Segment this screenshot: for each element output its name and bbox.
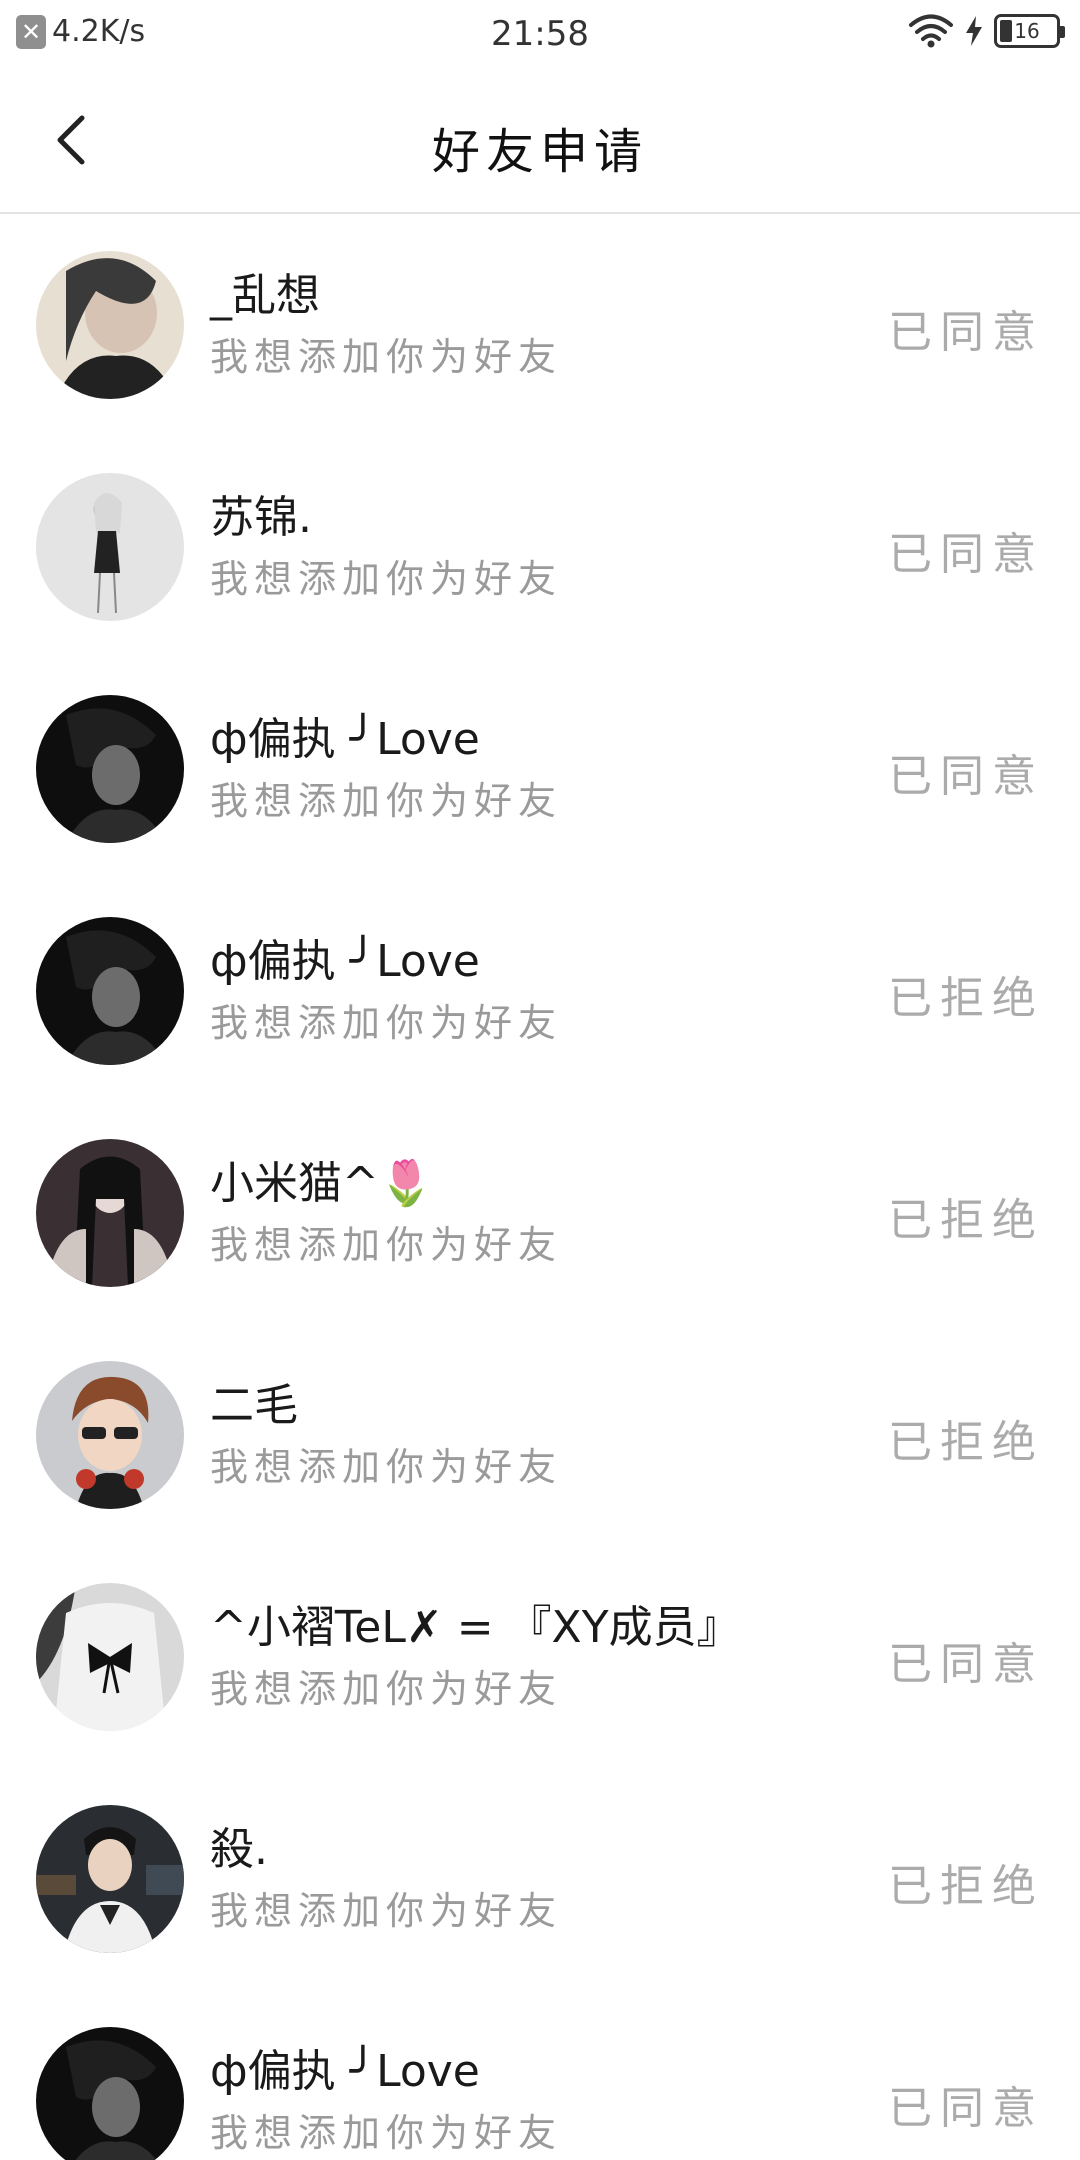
friend-request-row[interactable]: 二毛 我想添加你为好友 已拒绝	[0, 1324, 1080, 1546]
charging-icon	[966, 16, 982, 46]
request-status: 已拒绝	[888, 1861, 1044, 1912]
avatar[interactable]	[36, 2027, 184, 2160]
avatar[interactable]	[36, 1583, 184, 1731]
request-text: 小米猫^🌷 我想添加你为好友	[210, 1156, 870, 1269]
requester-name: ф偏执 ╯Love	[210, 2046, 480, 2097]
request-message: 我想添加你为好友	[210, 1667, 563, 1711]
requester-name: 殺.	[210, 1824, 268, 1875]
request-text: ф偏执 ╯Love 我想添加你为好友	[210, 712, 870, 825]
friend-request-row[interactable]: ф偏执 ╯Love 我想添加你为好友 已拒绝	[0, 880, 1080, 1102]
request-status: 已拒绝	[888, 1195, 1044, 1246]
requester-name: ф偏执 ╯Love	[210, 714, 480, 765]
requester-name: ^小褶TeL✗ = 『XY成员』	[210, 1602, 741, 1653]
request-message: 我想添加你为好友	[210, 779, 563, 823]
friend-request-list: _乱想 我想添加你为好友 已同意 苏锦. 我想添加你为好友 已同意 ф偏执 ╯L…	[0, 214, 1080, 2160]
request-message: 我想添加你为好友	[210, 1001, 563, 1045]
avatar[interactable]	[36, 473, 184, 621]
request-text: 二毛 我想添加你为好友	[210, 1378, 870, 1491]
avatar[interactable]	[36, 1805, 184, 1953]
requester-name: 小米猫^🌷	[210, 1158, 434, 1209]
friend-request-row[interactable]: ф偏执 ╯Love 我想添加你为好友 已同意	[0, 658, 1080, 880]
friend-request-row[interactable]: 苏锦. 我想添加你为好友 已同意	[0, 436, 1080, 658]
avatar[interactable]	[36, 917, 184, 1065]
friend-request-row[interactable]: _乱想 我想添加你为好友 已同意	[0, 214, 1080, 436]
requester-name: 二毛	[210, 1380, 298, 1431]
friend-request-row[interactable]: 小米猫^🌷 我想添加你为好友 已拒绝	[0, 1102, 1080, 1324]
request-text: 殺. 我想添加你为好友	[210, 1822, 870, 1935]
request-text: 苏锦. 我想添加你为好友	[210, 490, 870, 603]
request-status: 已同意	[888, 2083, 1044, 2134]
request-text: ф偏执 ╯Love 我想添加你为好友	[210, 2044, 870, 2157]
page-title: 好友申请	[431, 124, 648, 180]
request-status: 已同意	[888, 1639, 1044, 1690]
header: 好友申请	[0, 68, 1080, 214]
status-bar: ✕ 4.2K/s 21:58 16	[0, 0, 1080, 68]
request-text: _乱想 我想添加你为好友	[210, 268, 870, 381]
battery-percent: 16	[1014, 19, 1040, 43]
avatar[interactable]	[36, 1139, 184, 1287]
request-message: 我想添加你为好友	[210, 557, 563, 601]
wifi-icon	[909, 14, 953, 48]
requester-name: 苏锦.	[210, 492, 312, 543]
request-text: ф偏执 ╯Love 我想添加你为好友	[210, 934, 870, 1047]
request-status: 已同意	[888, 751, 1044, 802]
request-message: 我想添加你为好友	[210, 2111, 563, 2155]
request-message: 我想添加你为好友	[210, 1889, 563, 1933]
friend-request-row[interactable]: 殺. 我想添加你为好友 已拒绝	[0, 1768, 1080, 1990]
avatar[interactable]	[36, 251, 184, 399]
friend-request-row[interactable]: ф偏执 ╯Love 我想添加你为好友 已同意	[0, 1990, 1080, 2160]
status-bar-right: 16	[908, 14, 1065, 48]
request-text: ^小褶TeL✗ = 『XY成员』 我想添加你为好友	[210, 1600, 870, 1713]
request-message: 我想添加你为好友	[210, 335, 563, 379]
avatar[interactable]	[36, 1361, 184, 1509]
request-status: 已同意	[888, 529, 1044, 580]
battery-icon: 16	[994, 14, 1065, 48]
request-message: 我想添加你为好友	[210, 1223, 563, 1267]
requester-name: ф偏执 ╯Love	[210, 936, 480, 987]
friend-request-row[interactable]: ^小褶TeL✗ = 『XY成员』 我想添加你为好友 已同意	[0, 1546, 1080, 1768]
requester-name: _乱想	[210, 270, 320, 321]
battery-level	[1000, 20, 1012, 42]
request-status: 已拒绝	[888, 1417, 1044, 1468]
avatar[interactable]	[36, 695, 184, 843]
request-status: 已同意	[888, 307, 1044, 358]
request-status: 已拒绝	[888, 973, 1044, 1024]
request-message: 我想添加你为好友	[210, 1445, 563, 1489]
